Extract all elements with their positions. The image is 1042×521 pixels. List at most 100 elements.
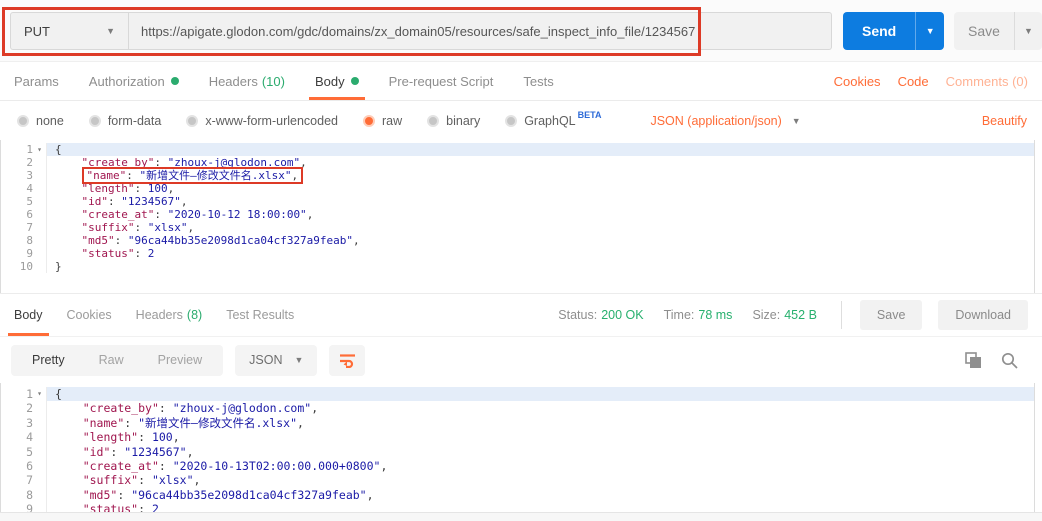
- time-value: 78 ms: [698, 308, 732, 322]
- size-meta: Size:452 B: [752, 308, 816, 322]
- body-type-row: none form-data x-www-form-urlencoded raw…: [0, 101, 1042, 140]
- radio-none[interactable]: none: [17, 114, 64, 128]
- download-response-button[interactable]: Download: [938, 300, 1028, 330]
- radio-form-data[interactable]: form-data: [89, 114, 162, 128]
- method-value: PUT: [24, 24, 50, 39]
- search-icon: [1001, 352, 1018, 369]
- tab-params[interactable]: Params: [14, 62, 59, 100]
- save-options-button[interactable]: ▼: [1014, 12, 1042, 50]
- tab-authorization[interactable]: Authorization: [89, 62, 179, 100]
- code-line: 7 "suffix": "xlsx",: [1, 221, 1034, 234]
- radio-graphql[interactable]: GraphQLBETA: [505, 114, 601, 128]
- response-footer-strip: [0, 512, 1042, 521]
- response-body-editor[interactable]: 1▾{2 "create_by": "zhoux-j@glodon.com",3…: [0, 383, 1035, 512]
- line-number-gutter: 9: [1, 247, 47, 260]
- response-tab-body[interactable]: Body: [14, 294, 43, 336]
- response-headers-count: (8): [187, 308, 202, 322]
- copy-icon: [965, 352, 982, 369]
- line-number-gutter: 7: [1, 473, 47, 487]
- line-number-gutter: 1▾: [1, 387, 47, 401]
- headers-count: (10): [262, 74, 285, 89]
- response-tab-test-results[interactable]: Test Results: [226, 294, 294, 336]
- radio-selected-icon: [363, 115, 375, 127]
- code-line: 2 "create_by": "zhoux-j@glodon.com",: [1, 401, 1034, 415]
- code-line: 9 "status": 2: [1, 502, 1034, 512]
- chevron-down-icon: ▼: [1024, 26, 1033, 36]
- line-number-gutter: 1▾: [1, 143, 47, 156]
- fold-caret-icon[interactable]: ▾: [33, 143, 46, 156]
- line-number-gutter: 5: [1, 445, 47, 459]
- wrap-lines-button[interactable]: [329, 345, 365, 376]
- content-type-dropdown[interactable]: JSON (application/json)▼: [650, 114, 800, 128]
- response-tab-headers[interactable]: Headers(8): [136, 294, 203, 336]
- fold-caret-icon[interactable]: ▾: [33, 387, 46, 401]
- response-view-toolbar: Pretty Raw Preview JSON ▼: [0, 337, 1042, 383]
- save-button[interactable]: Save: [954, 12, 1014, 50]
- radio-icon: [427, 115, 439, 127]
- line-number-gutter: 10: [1, 260, 47, 273]
- code-link[interactable]: Code: [898, 74, 929, 89]
- send-button-group: Send ▼: [843, 12, 944, 50]
- tab-headers[interactable]: Headers(10): [209, 62, 285, 100]
- request-tabs: Params Authorization Headers(10) Body Pr…: [0, 62, 1042, 101]
- radio-icon: [505, 115, 517, 127]
- send-button[interactable]: Send: [843, 12, 915, 50]
- view-pretty[interactable]: Pretty: [15, 353, 82, 367]
- line-number-gutter: 8: [1, 488, 47, 502]
- code-line: 5 "id": "1234567",: [1, 445, 1034, 459]
- status-dot-icon: [171, 77, 179, 85]
- response-tab-cookies[interactable]: Cookies: [67, 294, 112, 336]
- code-line: 3 "name": "新增文件—修改文件名.xlsx",: [1, 169, 1034, 182]
- view-raw[interactable]: Raw: [82, 353, 141, 367]
- beta-badge: BETA: [578, 110, 602, 120]
- radio-x-www-form-urlencoded[interactable]: x-www-form-urlencoded: [186, 114, 338, 128]
- response-actions: Save Download: [860, 294, 1028, 336]
- request-links: Cookies Code Comments (0): [834, 62, 1028, 100]
- status-value: 200 OK: [601, 308, 643, 322]
- comments-link[interactable]: Comments (0): [946, 74, 1028, 89]
- request-body-editor[interactable]: 1▾{2 "create_by": "zhoux-j@glodon.com",3…: [0, 140, 1035, 293]
- radio-binary[interactable]: binary: [427, 114, 480, 128]
- tab-pre-request-script[interactable]: Pre-request Script: [389, 62, 494, 100]
- cookies-link[interactable]: Cookies: [834, 74, 881, 89]
- code-line: 10}: [1, 260, 1034, 273]
- code-line: 8 "md5": "96ca44bb35e2098d1ca04cf327a9fe…: [1, 234, 1034, 247]
- tab-body[interactable]: Body: [315, 62, 359, 100]
- line-number-gutter: 5: [1, 195, 47, 208]
- size-value: 452 B: [784, 308, 817, 322]
- wrap-lines-icon: [339, 353, 356, 368]
- chevron-down-icon: ▼: [926, 26, 935, 36]
- chevron-down-icon: ▼: [106, 26, 115, 36]
- line-number-gutter: 3: [1, 416, 47, 430]
- line-number-gutter: 8: [1, 234, 47, 247]
- response-header: Body Cookies Headers(8) Test Results Sta…: [0, 293, 1042, 337]
- chevron-down-icon: ▼: [294, 355, 303, 365]
- search-button[interactable]: [1001, 352, 1018, 369]
- code-line: 9 "status": 2: [1, 247, 1034, 260]
- code-line: 1▾{: [1, 387, 1034, 401]
- status-meta: Status:200 OK: [558, 308, 643, 322]
- url-group: PUT ▼ https://apigate.glodon.com/gdc/dom…: [10, 12, 832, 50]
- status-dot-icon: [351, 77, 359, 85]
- save-response-button[interactable]: Save: [860, 300, 923, 330]
- method-dropdown[interactable]: PUT ▼: [11, 13, 129, 49]
- time-meta: Time:78 ms: [664, 308, 733, 322]
- response-format-dropdown[interactable]: JSON ▼: [235, 345, 317, 376]
- beautify-link[interactable]: Beautify: [982, 114, 1027, 128]
- line-number-gutter: 2: [1, 401, 47, 415]
- url-input[interactable]: https://apigate.glodon.com/gdc/domains/z…: [129, 13, 831, 49]
- response-meta: Status:200 OK Time:78 ms Size:452 B: [558, 294, 846, 336]
- line-number-gutter: 7: [1, 221, 47, 234]
- line-number-gutter: 3: [1, 169, 47, 182]
- response-tools: [965, 352, 1018, 369]
- line-number-gutter: 6: [1, 459, 47, 473]
- request-bar: PUT ▼ https://apigate.glodon.com/gdc/dom…: [0, 0, 1042, 62]
- line-number-gutter: 2: [1, 156, 47, 169]
- radio-raw[interactable]: raw: [363, 114, 402, 128]
- copy-button[interactable]: [965, 352, 982, 369]
- line-number-gutter: 6: [1, 208, 47, 221]
- code-line: 6 "create_at": "2020-10-13T02:00:00.000+…: [1, 459, 1034, 473]
- tab-tests[interactable]: Tests: [523, 62, 553, 100]
- view-preview[interactable]: Preview: [141, 353, 219, 367]
- send-options-button[interactable]: ▼: [915, 12, 944, 50]
